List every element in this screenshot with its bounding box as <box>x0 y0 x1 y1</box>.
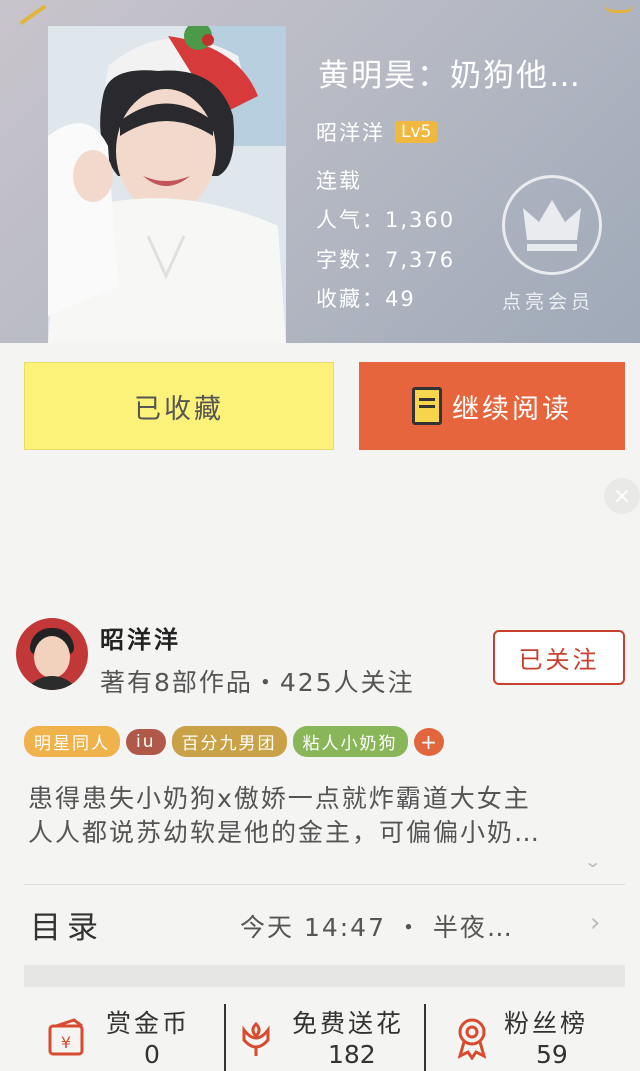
level-badge: Lv5 <box>395 121 438 143</box>
summary-line: 患得患失小奶狗x傲娇一点就炸霸道大女主 <box>28 784 531 813</box>
popularity-stat: 人气：1,360 <box>316 208 456 232</box>
add-tag-button[interactable]: + <box>413 727 444 756</box>
tag-chip[interactable]: 百分九男团 <box>171 726 287 757</box>
chevron-right-icon[interactable]: › <box>590 908 600 938</box>
gift-card-icon: ¥ <box>48 1018 84 1056</box>
latest-chapter[interactable]: 今天 14:47 ・ 半夜… <box>240 908 514 944</box>
decor-stroke <box>11 0 47 25</box>
avatar-face <box>34 636 70 678</box>
author-name[interactable]: 昭洋洋 <box>316 117 385 147</box>
decor-stroke <box>604 0 634 13</box>
word-count-stat: 字数：7,376 <box>316 248 456 272</box>
author-row: 昭洋洋 Lv5 <box>316 117 438 147</box>
author-profile-stats: 著有8部作品・425人关注 <box>100 668 415 697</box>
book-header: 黄明昊：奶狗他… 昭洋洋 Lv5 连载 人气：1,360 字数：7,376 收藏… <box>0 0 640 343</box>
reward-coins-button[interactable]: ¥ 赏金币 0 <box>0 1000 225 1071</box>
summary-line: 人人都说苏幼软是他的金主，可偏偏小奶… <box>28 818 542 847</box>
chevron-down-icon[interactable]: ⌄ <box>583 852 602 871</box>
send-flower-button[interactable]: 免费送花 182 <box>226 1000 424 1071</box>
avatar[interactable] <box>16 618 88 690</box>
flower-value: 182 <box>328 1040 376 1069</box>
tag-chip[interactable]: 明星同人 <box>24 726 120 757</box>
book-summary[interactable]: 患得患失小奶狗x傲娇一点就炸霸道大女主 人人都说苏幼软是他的金主，可偏偏小奶… <box>28 782 618 850</box>
book-cover[interactable] <box>48 26 286 343</box>
vip-label[interactable]: 点亮会员 <box>502 287 612 314</box>
flower-label: 免费送花 <box>292 1009 405 1038</box>
vip-badge[interactable] <box>502 175 602 275</box>
follow-button[interactable]: 已关注 <box>493 630 625 685</box>
tag-chip[interactable]: 粘人小奶狗 <box>292 726 408 757</box>
toc-label[interactable]: 目录 <box>30 902 104 947</box>
book-icon <box>412 387 442 425</box>
section-separator <box>24 965 625 987</box>
footer-bar: ¥ 赏金币 0 免费送花 182 粉丝榜 59 <box>0 1000 640 1071</box>
fan-ranking-button[interactable]: 粉丝榜 59 <box>426 1000 640 1071</box>
avatar-body <box>22 676 82 690</box>
flower-icon <box>242 1021 270 1056</box>
serial-status: 连载 <box>316 169 362 193</box>
medal-icon <box>457 1018 487 1060</box>
cover-image <box>48 26 286 343</box>
continue-reading-label: 继续阅读 <box>452 393 572 425</box>
favorites-stat: 收藏：49 <box>316 287 416 311</box>
reward-label: 赏金币 <box>106 1009 191 1038</box>
favorited-button[interactable]: 已收藏 <box>24 362 334 450</box>
svg-text:¥: ¥ <box>61 1033 71 1052</box>
close-icon[interactable]: × <box>604 478 640 514</box>
tag-list: 明星同人 iu 百分九男团 粘人小奶狗 + <box>24 726 444 757</box>
book-title: 黄明昊：奶狗他… <box>318 58 582 94</box>
tag-chip[interactable]: iu <box>126 728 166 755</box>
favorited-label: 已收藏 <box>134 393 224 425</box>
crown-icon <box>523 200 581 251</box>
reward-value: 0 <box>144 1040 160 1069</box>
continue-reading-button[interactable]: 继续阅读 <box>359 362 625 450</box>
author-profile-name[interactable]: 昭洋洋 <box>100 620 181 655</box>
fans-label: 粉丝榜 <box>504 1009 589 1038</box>
divider <box>24 884 625 885</box>
fans-value: 59 <box>536 1040 568 1069</box>
